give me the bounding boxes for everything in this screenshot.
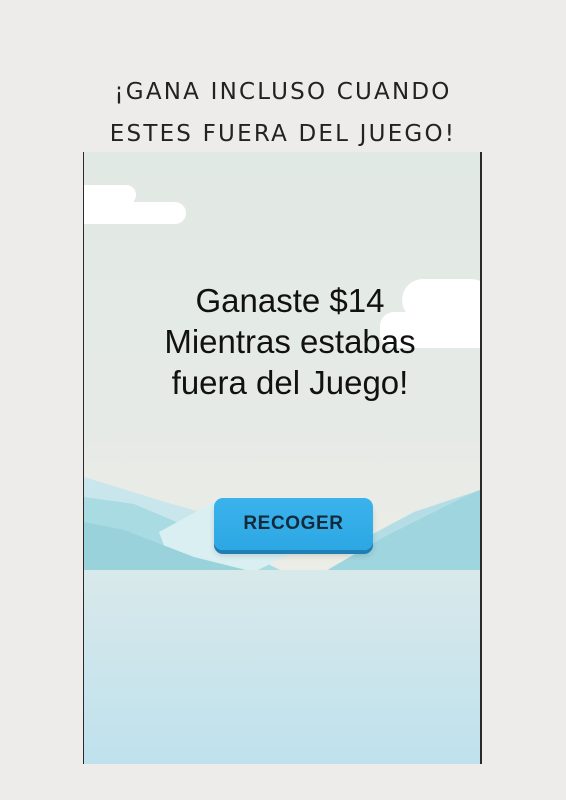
landscape-background (84, 185, 480, 764)
game-screen: Ganaste $14 Mientras estabas fuera del J… (83, 152, 482, 764)
message-line-2: Mientras estabas (164, 323, 416, 360)
headline-line-2: ESTES FUERA DEL JUEGO! (109, 121, 457, 148)
promo-headline: ¡GANA INCLUSO CUANDO ESTES FUERA DEL JUE… (0, 71, 566, 155)
headline-line-1: ¡GANA INCLUSO CUANDO (114, 79, 452, 106)
earnings-message: Ganaste $14 Mientras estabas fuera del J… (84, 280, 480, 403)
message-line-3: fuera del Juego! (171, 364, 409, 401)
cloud-top-left (84, 185, 186, 224)
message-line-1: Ganaste $14 (195, 282, 385, 319)
collect-button[interactable]: RECOGER (214, 498, 373, 550)
promo-page: ¡GANA INCLUSO CUANDO ESTES FUERA DEL JUE… (0, 0, 566, 800)
